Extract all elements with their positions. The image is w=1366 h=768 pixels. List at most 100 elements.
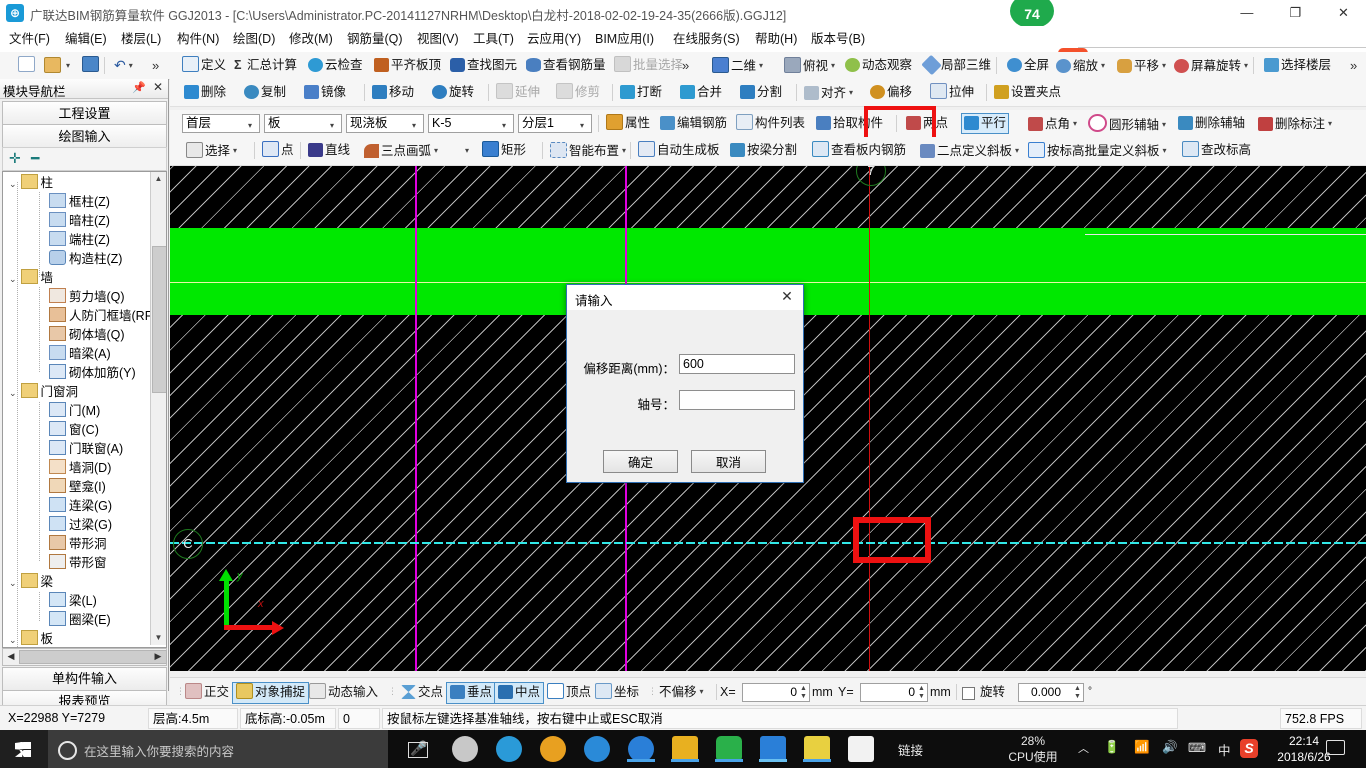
local-3d-button[interactable]: 局部三维 — [921, 54, 993, 76]
rotate-checkbox[interactable] — [962, 687, 975, 700]
offset-button[interactable]: 偏移 — [868, 83, 914, 102]
open-file-button[interactable]: ▾ — [42, 56, 75, 75]
component-tree[interactable]: ⌄ 柱 框柱(Z) 暗柱(Z) 端柱(Z) 构造柱(Z) ⌄ 墙 剪力墙(Q) 人防… — [2, 171, 167, 648]
rectangle-tool-button[interactable]: 矩形 — [480, 141, 528, 160]
menu-help[interactable]: 帮助(H) — [752, 30, 800, 48]
scroll-right-icon[interactable]: ▶ — [151, 650, 165, 662]
align-button[interactable]: 对齐 ▾ — [802, 83, 858, 102]
menu-bim[interactable]: BIM应用(I) — [592, 30, 657, 48]
menu-cloud[interactable]: 云应用(Y) — [524, 30, 584, 48]
delete-button[interactable]: 删除 — [182, 83, 228, 102]
menu-edit[interactable]: 编辑(E) — [62, 30, 110, 48]
scroll-down-icon[interactable]: ▼ — [152, 631, 165, 645]
explorer-icon[interactable] — [671, 736, 699, 762]
delete-dimension-button[interactable]: 删除标注 ▾ — [1256, 114, 1337, 133]
elevation-batch-slope-button[interactable]: 按标高批量定义斜板 ▾ — [1026, 141, 1172, 160]
scroll-up-icon[interactable]: ▲ — [152, 172, 165, 186]
top-view-button[interactable]: 俯视 ▾ — [782, 56, 840, 75]
three-point-arc-button[interactable]: 三点画弧 ▾ — [362, 141, 443, 160]
tree-item-door-window-combo[interactable]: 门联窗(A) — [49, 440, 123, 459]
close-icon[interactable]: ✕ — [153, 80, 163, 94]
y-spin-down-icon[interactable]: ▼ — [918, 693, 925, 700]
dynamic-orbit-button[interactable]: 动态观察 — [843, 56, 914, 75]
scroll-left-icon[interactable]: ◀ — [4, 650, 18, 662]
arc-extra-caret-icon[interactable]: ▾ — [465, 146, 472, 155]
view-rebar-amount-button[interactable]: 查看钢筋量 — [524, 56, 608, 75]
select-tool-button[interactable]: 选择 ▾ — [184, 141, 242, 160]
select-floor-button[interactable]: 选择楼层 — [1262, 56, 1333, 75]
set-grip-button[interactable]: 设置夹点 — [992, 83, 1063, 102]
dialog-cancel-button[interactable]: 取消 — [691, 450, 766, 473]
cpu-usage-indicator[interactable]: 28% CPU使用 — [1000, 733, 1066, 765]
fullscreen-button[interactable]: 全屏 — [1005, 56, 1051, 75]
menu-rebar[interactable]: 钢筋量(Q) — [344, 30, 406, 48]
pin-icon[interactable]: 📌 — [132, 81, 146, 94]
smart-layout-button[interactable]: 智能布置 ▾ — [548, 141, 631, 160]
trim-button[interactable]: 修剪 — [554, 83, 602, 102]
menu-online[interactable]: 在线服务(S) — [670, 30, 743, 48]
move-button[interactable]: 移动 — [370, 83, 416, 102]
extend-button[interactable]: 延伸 — [494, 83, 542, 102]
scroll-thumb[interactable] — [152, 246, 166, 393]
stretch-button[interactable]: 拉伸 — [928, 83, 976, 102]
cloud-check-button[interactable]: 云检查 — [306, 56, 365, 75]
menu-view[interactable]: 视图(V) — [414, 30, 462, 48]
btn-single-component-input[interactable]: 单构件输入 — [2, 667, 167, 691]
toolbar-overflow-left-icon[interactable]: » — [150, 56, 161, 75]
snap-perpendicular-toggle[interactable]: 垂点 — [446, 682, 497, 704]
check-elevation-button[interactable]: 查改标高 — [1180, 141, 1253, 160]
tree-item-hidden-beam[interactable]: 暗梁(A) — [49, 345, 111, 364]
taskbar-search[interactable]: 在这里输入你要搜索的内容 🎤 — [48, 730, 427, 768]
snap-coordinate-toggle[interactable]: 坐标 — [592, 682, 642, 702]
axis-number-input[interactable] — [679, 390, 795, 410]
parallel-axis-button[interactable]: 平行 — [960, 113, 1010, 134]
tray-chevron-icon[interactable]: ︿ — [1078, 740, 1089, 756]
tree-group-column[interactable]: ⌄ 柱 — [9, 174, 53, 193]
define-button[interactable]: 定义 — [180, 56, 228, 75]
object-snap-toggle[interactable]: 对象捕捉 — [232, 682, 310, 704]
menu-component[interactable]: 构件(N) — [174, 30, 222, 48]
line-tool-button[interactable]: 直线 — [306, 141, 352, 160]
batch-select-button[interactable]: 批量选择 — [612, 56, 685, 75]
component-list-button[interactable]: 构件列表 — [734, 114, 807, 133]
volume-icon[interactable]: 🔊 — [1162, 740, 1178, 755]
rotate-button[interactable]: 旋转 — [430, 83, 476, 102]
edge-legacy-icon[interactable] — [496, 736, 522, 762]
tree-item-structural-column[interactable]: 构造柱(Z) — [49, 250, 122, 269]
point-angle-button[interactable]: 点角 ▾ — [1026, 114, 1082, 133]
btn-project-settings[interactable]: 工程设置 — [2, 101, 167, 126]
undo-button[interactable]: ↶ ▾ — [112, 56, 138, 75]
menu-modify[interactable]: 修改(M) — [286, 30, 336, 48]
tree-item-door[interactable]: 门(M) — [49, 402, 100, 421]
tree-item-end-column[interactable]: 端柱(Z) — [49, 231, 110, 250]
point-tool-button[interactable]: 点 — [260, 141, 296, 160]
maximize-button[interactable]: ❐ — [1273, 0, 1318, 26]
toolbar-overflow-mid-icon[interactable]: » — [680, 56, 691, 75]
sunflower-icon[interactable] — [540, 736, 566, 762]
pan-button[interactable]: 平移 ▾ — [1115, 56, 1171, 75]
menu-version[interactable]: 版本号(B) — [808, 30, 868, 48]
edit-rebar-button[interactable]: 编辑钢筋 — [658, 114, 729, 133]
ie-icon[interactable] — [627, 736, 655, 762]
delete-aux-axis-button[interactable]: 删除辅轴 — [1176, 114, 1247, 133]
find-element-button[interactable]: 查找图元 — [448, 56, 519, 75]
view-2d-button[interactable]: 二维 ▾ — [710, 56, 768, 75]
help-doc-icon[interactable] — [848, 736, 874, 762]
offset-distance-input[interactable] — [679, 354, 795, 374]
tree-item-strip-hole[interactable]: 带形洞 — [49, 535, 107, 554]
category-select[interactable]: 板 ▾ — [264, 114, 342, 133]
snap-intersection-toggle[interactable]: 交点 — [398, 682, 446, 702]
ime-indicator[interactable]: 中 — [1218, 740, 1231, 759]
auto-generate-slab-button[interactable]: 自动生成板 — [636, 141, 722, 160]
tree-item-niche[interactable]: 壁龛(I) — [49, 478, 106, 497]
close-button[interactable]: ✕ — [1321, 0, 1366, 26]
toolbar-overflow-right-icon[interactable]: » — [1348, 56, 1359, 75]
tree-group-wall[interactable]: ⌄ 墙 — [9, 269, 53, 288]
notification-icon[interactable] — [1326, 740, 1345, 755]
score-badge[interactable]: 74 — [1010, 0, 1054, 28]
snap-midpoint-toggle[interactable]: 中点 — [494, 682, 545, 704]
tree-item-link-beam[interactable]: 连梁(G) — [49, 497, 112, 516]
rotate-spin-up-icon[interactable]: ▲ — [1074, 685, 1081, 692]
copy-button[interactable]: 复制 — [242, 83, 288, 102]
tree-item-strip-window[interactable]: 带形窗 — [49, 554, 107, 573]
